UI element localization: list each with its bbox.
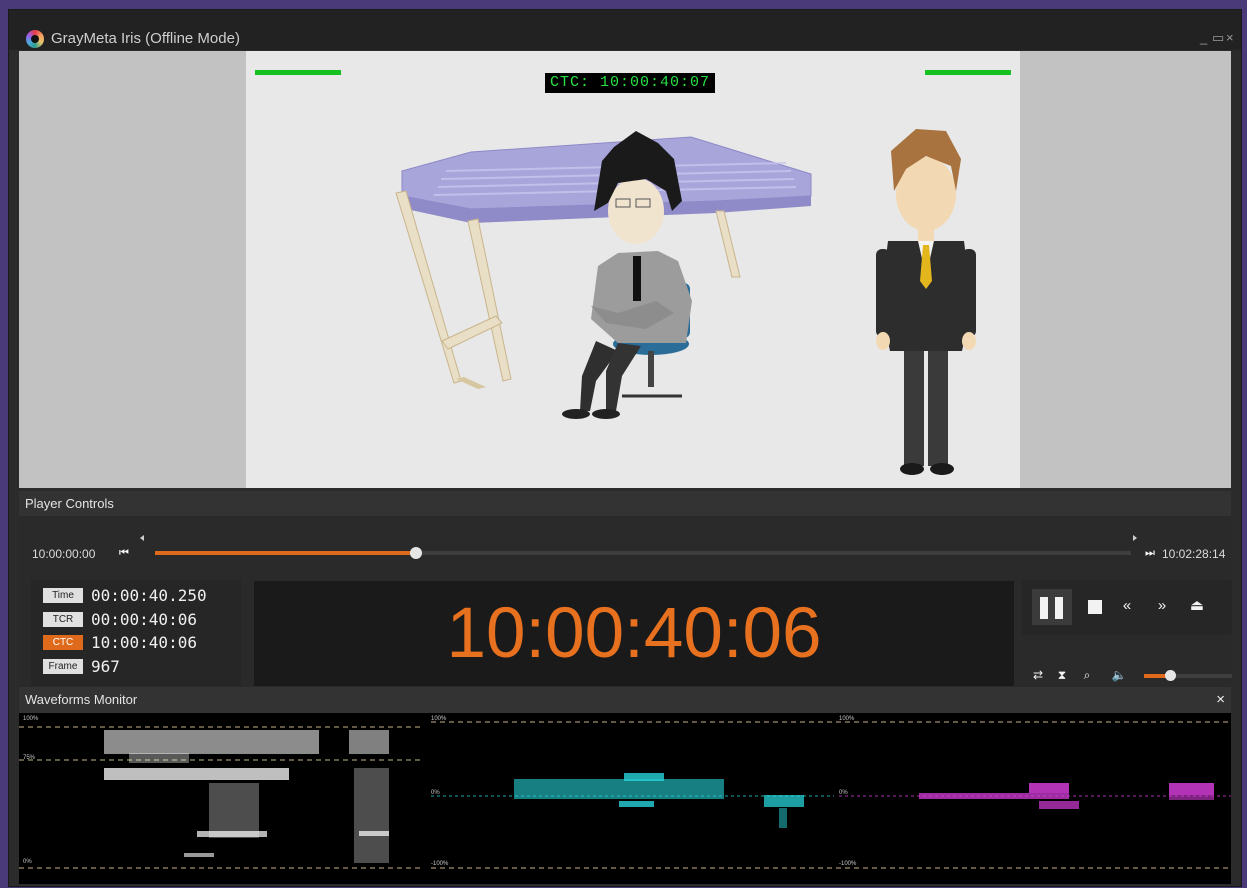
minimize-button[interactable]: _ xyxy=(1200,30,1207,46)
frame-value: 967 xyxy=(91,657,120,676)
zoom-button[interactable]: ⌕ xyxy=(1077,666,1097,684)
cr-trace xyxy=(919,783,1214,809)
eject-button[interactable]: ⏏ xyxy=(1186,596,1208,616)
seek-bar[interactable] xyxy=(155,547,1131,559)
stop-button[interactable] xyxy=(1088,600,1102,614)
tcr-value: 00:00:40:06 xyxy=(91,610,197,629)
out-point-marker[interactable] xyxy=(1133,535,1137,541)
close-waveforms-button[interactable]: × xyxy=(1210,687,1225,713)
timecode-panel: Time 00:00:40.250 TCR 00:00:40:06 CTC 10… xyxy=(31,580,241,686)
cb-trace xyxy=(514,773,804,828)
video-frame: CTC: 10:00:40:07 xyxy=(246,51,1020,488)
video-scene xyxy=(395,129,976,475)
end-time: 10:02:28:14 xyxy=(1162,547,1226,561)
pause-icon-bar xyxy=(1055,597,1063,619)
start-time: 10:00:00:00 xyxy=(32,547,96,561)
seek-progress xyxy=(155,551,416,555)
fast-forward-icon: » xyxy=(1157,597,1167,614)
go-to-end-button[interactable]: ⏭ xyxy=(1144,546,1156,560)
graymeta-logo-icon xyxy=(26,30,44,48)
waveforms-header: Waveforms Monitor × xyxy=(19,687,1231,713)
waveforms-monitor: 100% 75% 0% 100% 0% -100% 100% 0% -100% xyxy=(19,713,1231,884)
standing-character xyxy=(876,129,976,475)
main-timecode-display: 10:00:40:06 xyxy=(254,581,1014,686)
volume-icon[interactable]: 🔈 xyxy=(1109,666,1129,684)
seek-handle[interactable] xyxy=(409,547,422,559)
waveforms-title: Waveforms Monitor xyxy=(25,692,138,707)
rewind-button[interactable]: « xyxy=(1116,596,1138,616)
pause-icon xyxy=(1040,597,1048,619)
rewind-icon: « xyxy=(1122,597,1132,614)
eject-icon: ⏏ xyxy=(1189,597,1205,614)
in-point-marker[interactable] xyxy=(140,535,144,541)
maximize-button[interactable]: ▭ xyxy=(1212,30,1224,46)
frame-tag[interactable]: Frame xyxy=(43,659,83,674)
title-bar: GrayMeta Iris (Offline Mode) _ ▭ × xyxy=(9,10,1241,50)
volume-slider[interactable] xyxy=(1144,670,1232,681)
time-tag[interactable]: Time xyxy=(43,588,83,603)
ctc-tag[interactable]: CTC xyxy=(43,635,83,650)
app-window: GrayMeta Iris (Offline Mode) _ ▭ × CTC: … xyxy=(8,9,1242,887)
luma-trace xyxy=(104,730,389,863)
player-controls-header: Player Controls xyxy=(19,491,1231,517)
volume-handle[interactable] xyxy=(1165,670,1177,681)
hourglass-button[interactable]: ⧗ xyxy=(1052,666,1072,684)
time-value: 00:00:40.250 xyxy=(91,586,207,605)
transport-controls: « » ⏏ xyxy=(1022,580,1232,635)
video-viewer[interactable]: CTC: 10:00:40:07 xyxy=(19,51,1231,488)
waveform-plot xyxy=(19,721,1231,869)
window-title: GrayMeta Iris (Offline Mode) xyxy=(51,30,240,47)
loop-button[interactable]: ⇄ xyxy=(1028,666,1048,684)
ctc-value: 10:00:40:06 xyxy=(91,633,197,652)
go-to-start-button[interactable]: ⏮ xyxy=(118,546,130,560)
tcr-tag[interactable]: TCR xyxy=(43,612,83,627)
close-button[interactable]: × xyxy=(1226,30,1234,46)
player-controls-panel: 10:00:00:00 ⏮ ⏭ 10:02:28:14 Time 00:00:4… xyxy=(19,516,1232,687)
fast-forward-button[interactable]: » xyxy=(1151,596,1173,616)
pause-button[interactable] xyxy=(1032,589,1072,625)
